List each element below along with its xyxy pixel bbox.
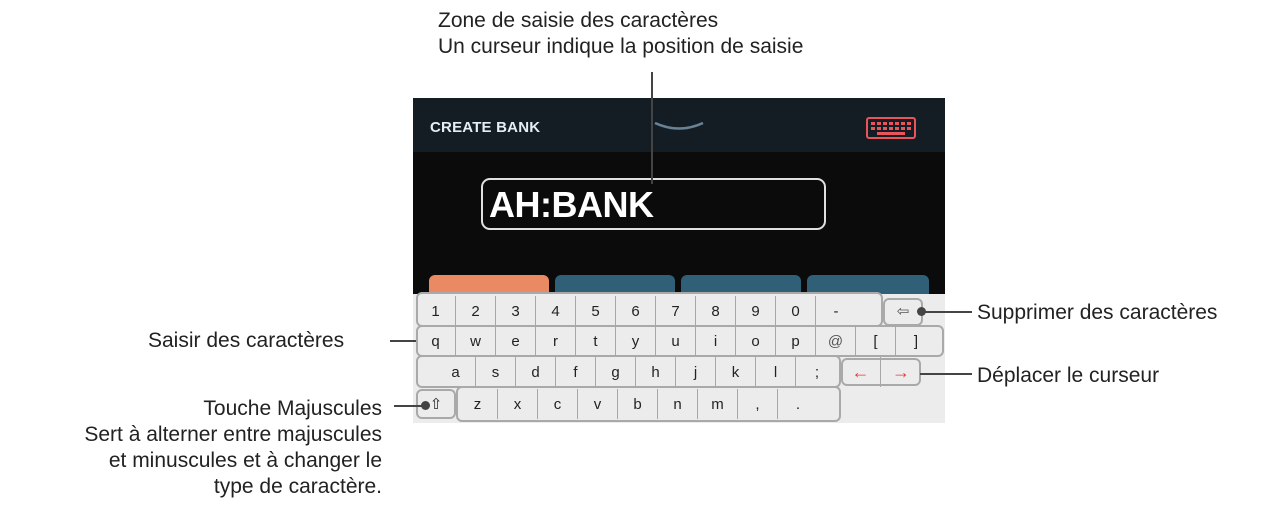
leader-dot-delete xyxy=(917,307,926,316)
key-7[interactable]: 7 xyxy=(656,296,696,326)
key-u[interactable]: u xyxy=(656,326,696,356)
cursor-right-key[interactable]: → xyxy=(881,357,921,387)
leader-line-input-zone xyxy=(651,72,653,184)
callout-enter-characters: Saisir des caractères xyxy=(148,329,345,352)
keyboard-icon[interactable] xyxy=(866,117,916,139)
key-5[interactable]: 5 xyxy=(576,296,616,326)
callout-move-cursor: Déplacer le curseur xyxy=(977,364,1160,387)
key-a[interactable]: a xyxy=(436,357,476,387)
cursor-left-key[interactable]: ← xyxy=(841,357,881,387)
key-g[interactable]: g xyxy=(596,357,636,387)
callout-shift-key: Touche Majuscules Sert à alterner entre … xyxy=(84,396,382,500)
callout-delete-characters: Supprimer des caractères xyxy=(977,301,1218,324)
key-3[interactable]: 3 xyxy=(496,296,536,326)
key-semicolon[interactable]: ; xyxy=(797,357,837,387)
key-z[interactable]: z xyxy=(458,389,498,419)
key-0[interactable]: 0 xyxy=(776,296,816,326)
key-w[interactable]: w xyxy=(456,326,496,356)
key-o[interactable]: o xyxy=(736,326,776,356)
pull-down-handle-icon[interactable] xyxy=(653,120,705,132)
key-h[interactable]: h xyxy=(636,357,676,387)
screen-title: CREATE BANK xyxy=(430,119,541,136)
leader-line-saisir xyxy=(390,340,416,342)
key-6[interactable]: 6 xyxy=(616,296,656,326)
callout-shift-line4: type de caractère. xyxy=(213,475,382,498)
key-b[interactable]: b xyxy=(618,389,658,419)
key-s[interactable]: s xyxy=(476,357,516,387)
key-period[interactable]: . xyxy=(778,389,818,419)
key-close-bracket[interactable]: ] xyxy=(896,326,936,356)
key-p[interactable]: p xyxy=(776,326,816,356)
key-hyphen[interactable]: - xyxy=(816,296,856,326)
key-e[interactable]: e xyxy=(496,326,536,356)
key-q[interactable]: q xyxy=(416,326,456,356)
key-l[interactable]: l xyxy=(756,357,796,387)
key-x[interactable]: x xyxy=(498,389,538,419)
key-i[interactable]: i xyxy=(696,326,736,356)
key-2[interactable]: 2 xyxy=(456,296,496,326)
title-bar: CREATE BANK xyxy=(413,98,945,152)
leader-line-delete xyxy=(922,311,972,313)
key-at[interactable]: @ xyxy=(816,326,856,356)
key-k[interactable]: k xyxy=(716,357,756,387)
software-keyboard: 1 2 3 4 5 6 7 8 9 0 - ⇦ q w e r t y u i … xyxy=(413,292,945,423)
key-d[interactable]: d xyxy=(516,357,556,387)
callout-input-zone-line1: Zone de saisie des caractères xyxy=(438,9,719,32)
key-9[interactable]: 9 xyxy=(736,296,776,326)
key-1[interactable]: 1 xyxy=(416,296,456,326)
key-8[interactable]: 8 xyxy=(696,296,736,326)
device-screen: CREATE BANK AH:BANK xyxy=(413,98,945,295)
callout-input-zone: Zone de saisie des caractères Un curseur… xyxy=(438,8,803,60)
character-input-field[interactable]: AH:BANK xyxy=(481,178,826,230)
leader-dot-shift xyxy=(421,401,430,410)
callout-shift-line3: et minuscules et à changer le xyxy=(108,449,382,472)
key-n[interactable]: n xyxy=(658,389,698,419)
key-f[interactable]: f xyxy=(556,357,596,387)
key-c[interactable]: c xyxy=(538,389,578,419)
key-v[interactable]: v xyxy=(578,389,618,419)
key-m[interactable]: m xyxy=(698,389,738,419)
leader-line-move xyxy=(920,373,972,375)
key-comma[interactable]: , xyxy=(738,389,778,419)
bank-name-value: AH:BANK xyxy=(489,184,654,225)
key-open-bracket[interactable]: [ xyxy=(856,326,896,356)
callout-input-zone-line2: Un curseur indique la position de saisie xyxy=(438,35,804,58)
key-4[interactable]: 4 xyxy=(536,296,576,326)
key-r[interactable]: r xyxy=(536,326,576,356)
callout-shift-line1: Touche Majuscules xyxy=(203,397,382,420)
key-j[interactable]: j xyxy=(676,357,716,387)
callout-shift-line2: Sert à alterner entre majuscules xyxy=(84,423,382,446)
key-t[interactable]: t xyxy=(576,326,616,356)
key-y[interactable]: y xyxy=(616,326,656,356)
